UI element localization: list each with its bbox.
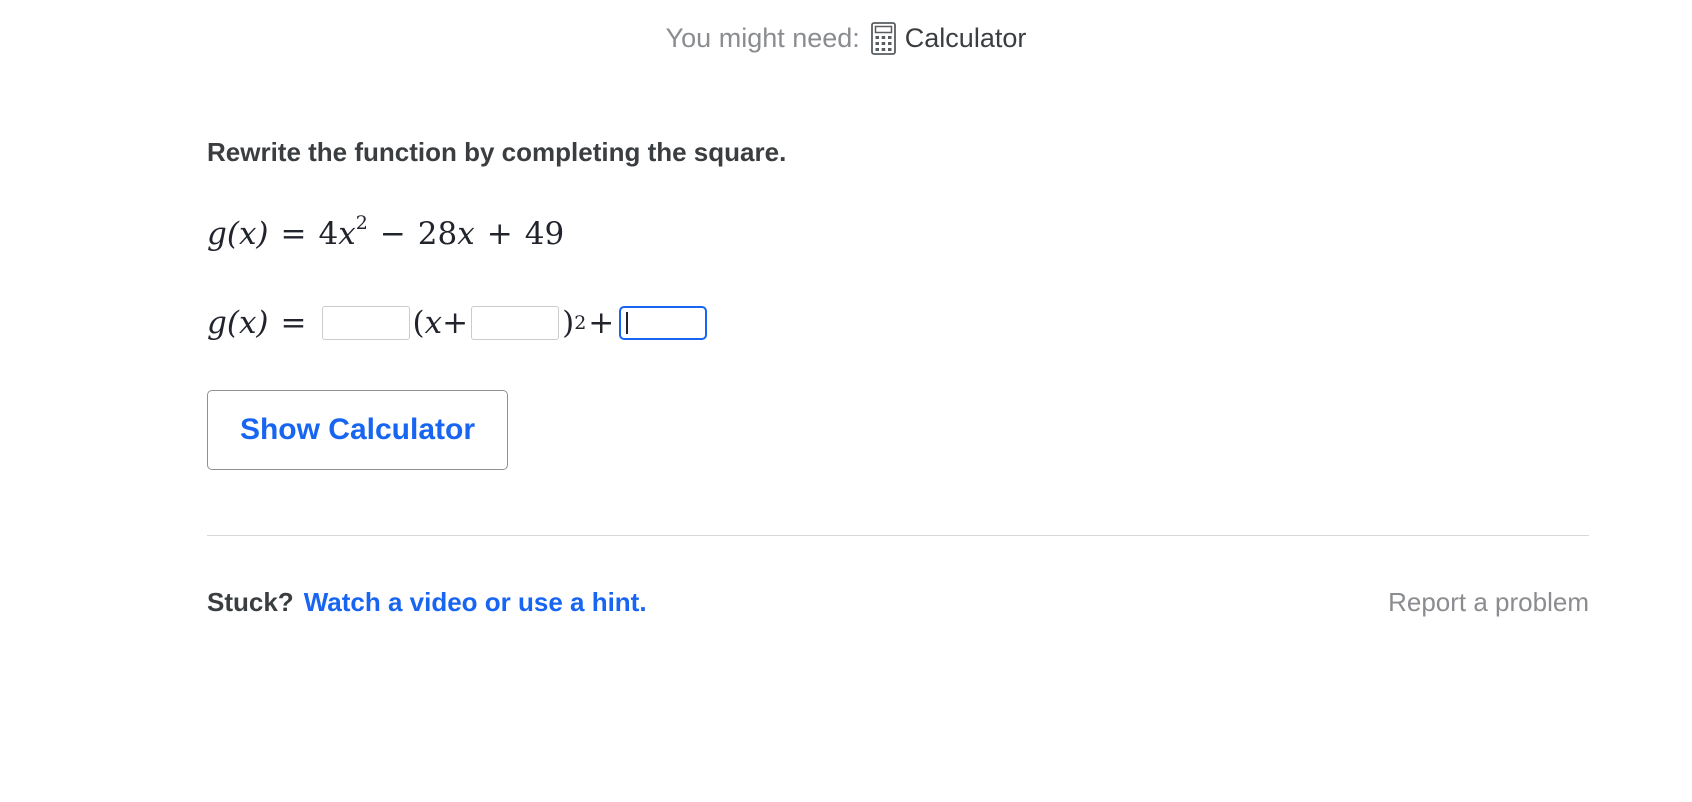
given-constant: 49 bbox=[524, 216, 565, 252]
question-prompt: Rewrite the function by completing the s… bbox=[207, 137, 787, 167]
answer-open-paren: ( bbox=[412, 305, 425, 341]
hint-row: Stuck? Watch a video or use a hint. bbox=[207, 587, 647, 618]
given-exponent: 2 bbox=[355, 212, 368, 234]
given-plus: + bbox=[486, 216, 513, 252]
answer-var: x bbox=[424, 305, 443, 341]
show-calculator-button[interactable]: Show Calculator bbox=[207, 390, 508, 470]
calculator-icon bbox=[870, 21, 896, 55]
answer-inner-plus: + bbox=[442, 305, 469, 341]
given-function: g(x) = 4x2−28x +49 bbox=[207, 214, 565, 253]
answer-expression: g(x) = (x + ) 2 + bbox=[207, 305, 710, 341]
given-coef: 4 bbox=[318, 216, 339, 252]
footer-divider bbox=[207, 535, 1589, 536]
given-term2-coef: 28 bbox=[417, 216, 458, 252]
tools-needed-bar: You might need: Calculator bbox=[0, 20, 1692, 56]
given-minus: − bbox=[379, 216, 406, 252]
given-lhs: g(x) bbox=[207, 216, 269, 252]
answer-lhs: g(x) bbox=[207, 305, 269, 341]
given-var: x bbox=[338, 216, 356, 252]
answer-outer-plus: + bbox=[588, 305, 615, 341]
answer-equals: = bbox=[280, 305, 307, 341]
answer-input-k[interactable] bbox=[619, 306, 708, 340]
hint-link[interactable]: Watch a video or use a hint. bbox=[304, 587, 647, 617]
tools-needed-label: You might need: bbox=[665, 23, 860, 53]
calculator-tool-label[interactable]: Calculator bbox=[905, 20, 1027, 56]
given-term2-var: x bbox=[457, 216, 475, 252]
answer-input-h[interactable] bbox=[471, 306, 560, 340]
report-problem-link[interactable]: Report a problem bbox=[1388, 587, 1589, 618]
answer-close-paren: ) bbox=[562, 305, 575, 341]
answer-input-a[interactable] bbox=[321, 306, 410, 340]
stuck-label: Stuck? bbox=[207, 587, 294, 617]
given-equals: = bbox=[280, 216, 307, 252]
